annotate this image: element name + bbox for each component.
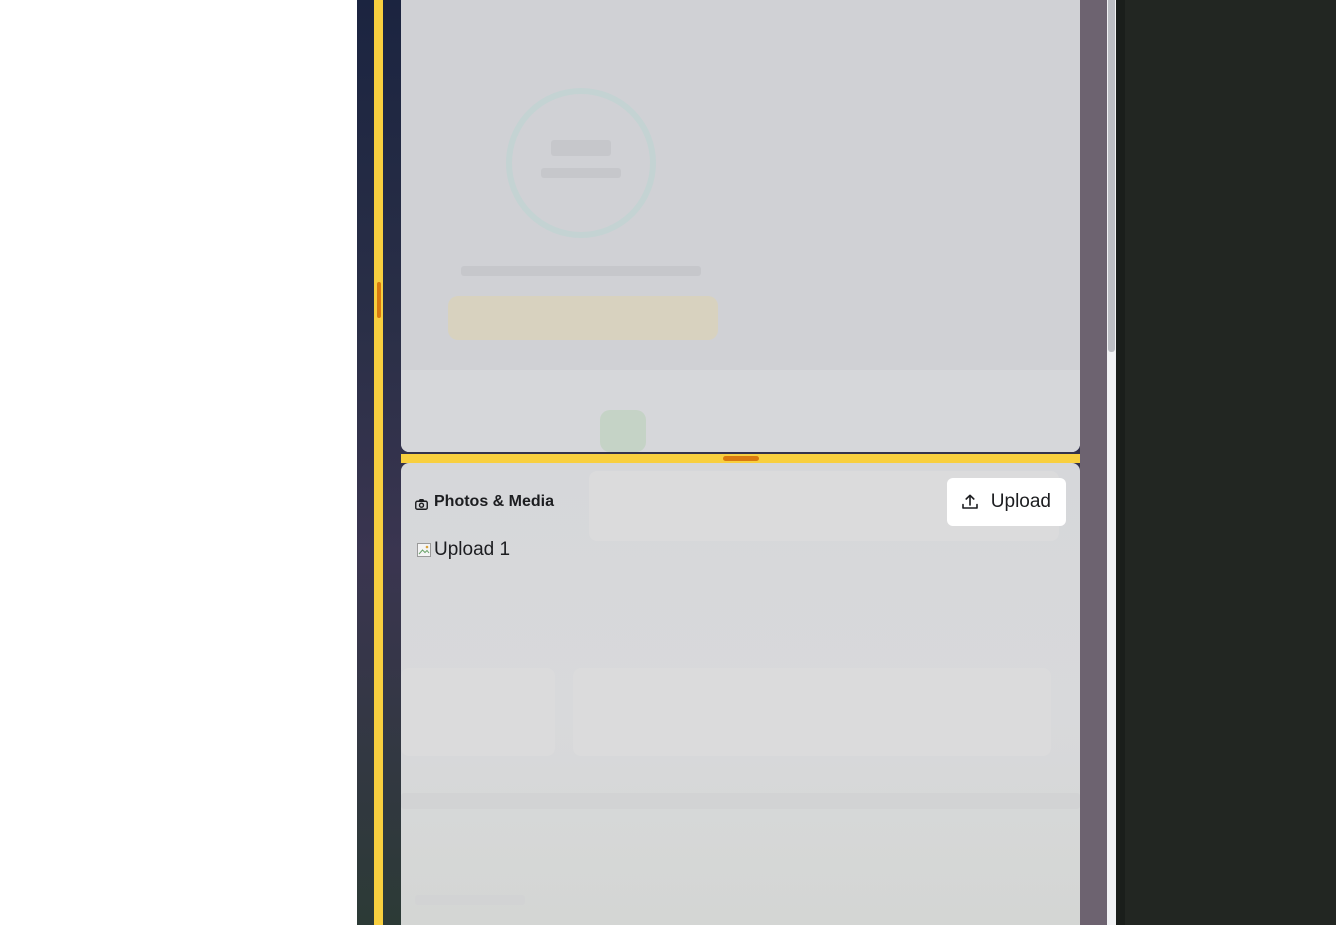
- vertical-resize-rail[interactable]: [374, 0, 383, 925]
- ghost-button: [448, 296, 718, 340]
- split-divider-handle[interactable]: [723, 456, 759, 461]
- right-panel: [1116, 0, 1336, 925]
- ghost-text: [461, 266, 701, 276]
- photos-media-sheet: [401, 463, 1080, 925]
- upload-thumbnail[interactable]: Upload 1: [416, 538, 510, 562]
- ghost-card: [401, 668, 555, 756]
- page-background: [0, 0, 357, 925]
- ghost-band: [401, 370, 1080, 452]
- upload-icon: [961, 493, 979, 511]
- progress-ring-ghost: [506, 88, 656, 238]
- camera-icon: [415, 497, 428, 510]
- ghost-icon-tile: [600, 410, 646, 452]
- upload-button-label: Upload: [990, 491, 1051, 512]
- vertical-resize-handle[interactable]: [377, 282, 381, 318]
- ghost-text: [551, 140, 611, 156]
- ghost-text: [415, 895, 525, 905]
- upload-thumbnail-alt: Upload 1: [434, 539, 511, 560]
- broken-image-icon: [416, 542, 432, 558]
- media-header: Photos & Media Upload: [415, 478, 1066, 526]
- media-title: Photos & Media: [415, 493, 554, 511]
- scrollbar-thumb[interactable]: [1108, 0, 1115, 352]
- media-title-text: Photos & Media: [434, 493, 555, 510]
- ghost-card: [573, 668, 1051, 756]
- upload-button[interactable]: Upload: [946, 478, 1066, 526]
- overlay-sheet-top: [401, 0, 1080, 452]
- side-gutter: [1080, 0, 1107, 925]
- ghost-text: [541, 168, 621, 178]
- ghost-divider: [401, 793, 1080, 809]
